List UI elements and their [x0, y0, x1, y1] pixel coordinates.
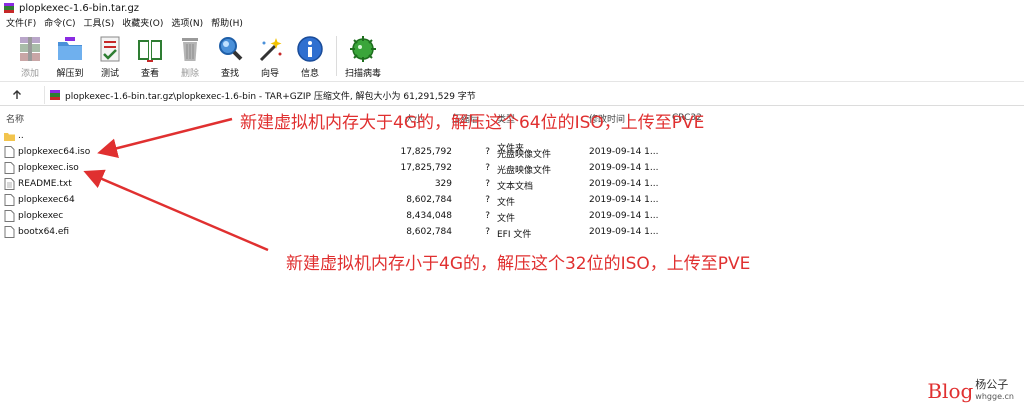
file-type: 文本文档	[497, 182, 534, 192]
window-title: plopkexec-1.6-bin.tar.gz	[19, 2, 140, 14]
folder-icon	[4, 133, 15, 141]
file-modified: 2019-09-14 1...	[589, 179, 659, 189]
toolbar-separator	[336, 36, 337, 76]
menu-options[interactable]: 选项(N)	[167, 16, 207, 32]
file-modified: 2019-09-14 1...	[589, 227, 659, 237]
view-button[interactable]: 查看	[130, 32, 170, 80]
file-icon	[4, 162, 15, 174]
file-size: 8,602,784	[406, 227, 452, 237]
annotation-32bit-note: 新建虚拟机内存小于4G的，解压这个32位的ISO，上传至PVE	[286, 254, 751, 274]
file-modified: 2019-09-14 1...	[589, 195, 659, 205]
list-item-plopkexec64[interactable]: plopkexec64 8,602,784 ? 文件 2019-09-14 1.…	[0, 192, 700, 208]
menu-favorites[interactable]: 收藏夹(O)	[118, 16, 167, 32]
file-packed: ?	[485, 195, 490, 205]
info-button[interactable]: 信息	[290, 32, 330, 80]
add-archive-icon	[20, 37, 40, 61]
file-packed: ?	[485, 211, 490, 221]
virus-scan-icon	[350, 36, 376, 62]
column-header-name[interactable]: 名称	[6, 112, 24, 125]
test-icon	[100, 36, 120, 62]
toolbar: 添加 解压到 测试 查看 删除 查找 向导 信息 扫描病毒	[0, 32, 1024, 82]
file-type: 文件	[497, 198, 516, 208]
file-icon	[4, 194, 15, 206]
file-modified: 2019-09-14 1...	[589, 163, 659, 173]
file-packed: ?	[485, 179, 490, 189]
address-field[interactable]: plopkexec-1.6-bin.tar.gz\plopkexec-1.6-b…	[44, 86, 1022, 104]
test-button[interactable]: 测试	[90, 32, 130, 80]
wizard-icon	[259, 38, 282, 62]
file-type: 光盘映像文件	[497, 150, 552, 160]
address-path: plopkexec-1.6-bin.tar.gz\plopkexec-1.6-b…	[65, 91, 476, 102]
menu-file[interactable]: 文件(F)	[2, 16, 40, 32]
info-icon	[297, 36, 323, 62]
annotation-64bit-note: 新建虚拟机内存大于4G的，解压这个64位的ISO，上传至PVE	[240, 113, 705, 133]
find-button[interactable]: 查找	[210, 32, 250, 80]
file-packed: ?	[485, 227, 490, 237]
list-item-plopkexec[interactable]: plopkexec 8,434,048 ? 文件 2019-09-14 1...	[0, 208, 700, 224]
menu-bar: 文件(F) 命令(C) 工具(S) 收藏夹(O) 选项(N) 帮助(H)	[0, 16, 1024, 32]
file-size: 17,825,792	[400, 147, 452, 157]
file-size: 8,434,048	[406, 211, 452, 221]
watermark-name: 杨公子	[975, 378, 1009, 391]
watermark-url: whgge.cn	[975, 392, 1014, 401]
list-item-bootx64-efi[interactable]: bootx64.efi 8,602,784 ? EFI 文件 2019-09-1…	[0, 224, 700, 240]
arrow-up-icon	[13, 89, 21, 99]
file-size: 17,825,792	[400, 163, 452, 173]
menu-help[interactable]: 帮助(H)	[207, 16, 247, 32]
watermark-blog-text: Blog	[927, 379, 974, 403]
file-packed: ?	[485, 147, 490, 157]
extract-to-icon	[58, 37, 82, 60]
wizard-button[interactable]: 向导	[250, 32, 290, 80]
list-item-plopkexec-iso[interactable]: plopkexec.iso 17,825,792 ? 光盘映像文件 2019-0…	[0, 160, 700, 176]
file-size: 329	[434, 179, 452, 189]
address-bar: plopkexec-1.6-bin.tar.gz\plopkexec-1.6-b…	[0, 84, 1024, 106]
blog-watermark: Blog 杨公子 whgge.cn	[927, 376, 1014, 401]
view-icon	[138, 40, 162, 62]
file-modified: 2019-09-14 1...	[589, 211, 659, 221]
menu-tools[interactable]: 工具(S)	[80, 16, 119, 32]
file-packed: ?	[485, 163, 490, 173]
text-file-icon	[4, 178, 15, 190]
up-one-level-button[interactable]	[6, 85, 28, 105]
file-icon	[4, 210, 15, 222]
winrar-app-icon	[4, 3, 14, 13]
add-button[interactable]: 添加	[10, 32, 50, 80]
file-type: 文件	[497, 214, 516, 224]
file-type: EFI 文件	[497, 230, 532, 240]
file-icon	[4, 226, 15, 238]
delete-button[interactable]: 删除	[170, 32, 210, 80]
find-icon	[219, 37, 243, 61]
list-item-readme-txt[interactable]: README.txt 329 ? 文本文档 2019-09-14 1...	[0, 176, 700, 192]
menu-commands[interactable]: 命令(C)	[40, 16, 79, 32]
file-modified: 2019-09-14 1...	[589, 147, 659, 157]
file-type: 光盘映像文件	[497, 166, 552, 176]
delete-icon	[182, 38, 198, 61]
file-icon	[4, 146, 15, 158]
virus-scan-button[interactable]: 扫描病毒	[343, 32, 383, 80]
extract-to-button[interactable]: 解压到	[50, 32, 90, 80]
list-item-plopkexec64-iso[interactable]: plopkexec64.iso 17,825,792 ? 光盘映像文件 2019…	[0, 144, 700, 160]
title-bar: plopkexec-1.6-bin.tar.gz	[0, 0, 1024, 16]
archive-icon	[50, 90, 60, 100]
file-size: 8,602,784	[406, 195, 452, 205]
